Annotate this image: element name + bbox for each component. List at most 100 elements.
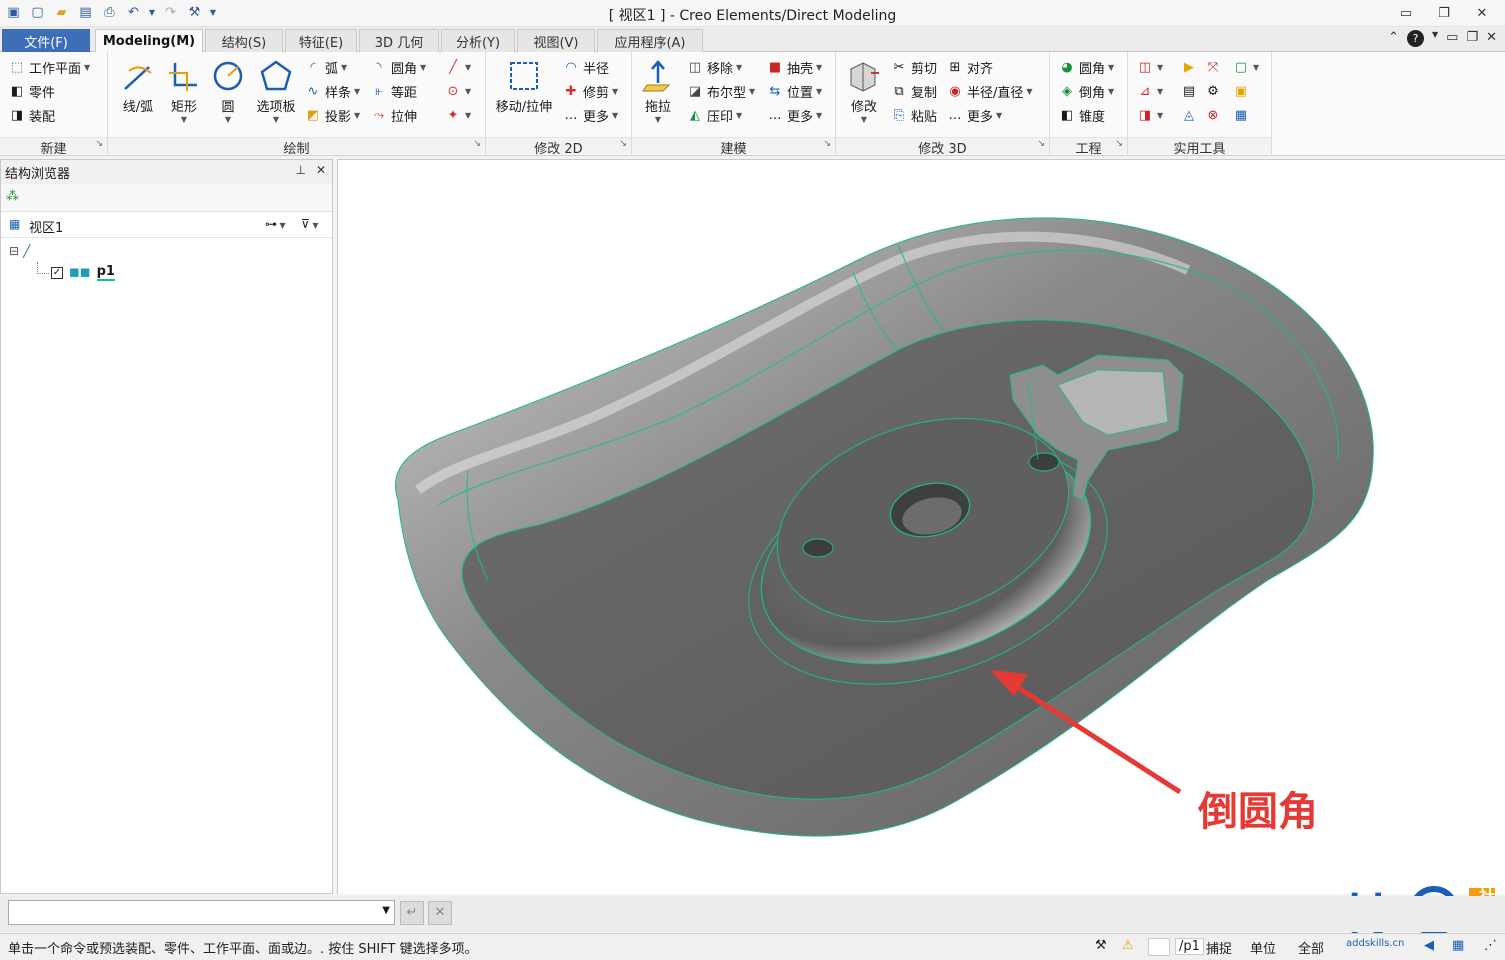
round-button[interactable]: ◕ 圆角 ▼: [1058, 58, 1114, 77]
table-icon: ▦: [1234, 107, 1248, 123]
browser-close-icon[interactable]: ✕: [316, 163, 326, 177]
part-button[interactable]: ◧ 零件: [8, 82, 55, 101]
tab-modeling[interactable]: Modeling(M): [95, 29, 203, 53]
radius-diameter-button[interactable]: ◉ 半径/直径 ▼: [946, 82, 1032, 101]
construction-button[interactable]: ✦ ▼: [444, 106, 472, 124]
status-units[interactable]: 单位: [1250, 938, 1276, 957]
prev-icon[interactable]: ◀: [1424, 938, 1434, 953]
rectangle-button[interactable]: 矩形 ▼: [164, 58, 204, 124]
util-7-button[interactable]: ⤧: [1204, 58, 1222, 76]
util-12-button[interactable]: ▦: [1232, 106, 1250, 124]
arc-button[interactable]: ◜ 弧 ▼: [304, 58, 347, 77]
offset-button[interactable]: ⫦ 等距: [370, 82, 417, 101]
remove-button[interactable]: ◫ 移除 ▼: [686, 58, 742, 77]
position-button[interactable]: ⇆ 位置 ▼: [766, 82, 823, 101]
util-11-button[interactable]: ▣: [1232, 82, 1250, 100]
stretch-button[interactable]: ⤳ 拉伸: [370, 106, 417, 125]
util-10-button[interactable]: ▢ ▼: [1232, 58, 1259, 76]
pin-icon[interactable]: ⊥: [295, 163, 305, 177]
modify-3d-button[interactable]: 修改 ▼: [842, 58, 886, 124]
boolean-button[interactable]: ◪ 布尔型 ▼: [686, 82, 755, 101]
chamfer-button[interactable]: ◈ 倒角 ▼: [1058, 82, 1114, 101]
point-button[interactable]: ⊙ ▼: [444, 82, 472, 100]
launcher-icon[interactable]: ↘: [95, 139, 103, 149]
project-button[interactable]: ◩ 投影 ▼: [304, 106, 360, 125]
doc-minimize-icon[interactable]: ▭: [1446, 30, 1458, 47]
tree-item-p1[interactable]: ✓ ◼◼ p1: [51, 264, 115, 281]
util-8-button[interactable]: ⚙: [1204, 82, 1222, 100]
tree-root[interactable]: ⊟ ╱: [9, 244, 30, 258]
tab-structure[interactable]: 结构(S): [205, 29, 283, 52]
tab-file[interactable]: 文件(F): [2, 29, 90, 52]
circle-button[interactable]: 圆 ▼: [208, 58, 248, 124]
small-hole-right[interactable]: [1028, 452, 1060, 472]
warning-icon[interactable]: ⚠: [1122, 938, 1134, 953]
sketch-fillet-button[interactable]: ◝ 圆角 ▼: [370, 58, 426, 77]
launcher-icon[interactable]: ↘: [473, 139, 481, 149]
move-stretch-button[interactable]: 移动/拉伸: [492, 58, 556, 115]
more-3d-button[interactable]: … 更多 ▼: [946, 106, 1003, 125]
help-icon[interactable]: ?: [1406, 30, 1424, 47]
util-6-button[interactable]: ◬: [1180, 106, 1198, 124]
util-9-button[interactable]: ⊗: [1204, 106, 1222, 124]
command-dropdown-icon[interactable]: ▼: [382, 905, 390, 916]
restore-icon[interactable]: ❐: [1427, 2, 1461, 24]
workplane-button[interactable]: ⬚ 工作平面 ▼: [8, 58, 90, 77]
more-model-button[interactable]: … 更多 ▼: [766, 106, 823, 125]
tab-3d-geometry[interactable]: 3D 几何: [359, 29, 439, 52]
cancel-icon[interactable]: ✕: [428, 901, 452, 925]
model-canvas[interactable]: 倒圆角: [338, 160, 1505, 895]
status-snap[interactable]: 捕捉: [1206, 938, 1232, 957]
lock-icon[interactable]: ⚒: [1095, 938, 1107, 953]
assembly-button[interactable]: ◨ 装配: [8, 106, 55, 125]
launcher-icon[interactable]: ↘: [823, 139, 831, 149]
enter-icon[interactable]: ↵: [400, 901, 424, 925]
tab-features[interactable]: 特征(E): [285, 29, 357, 52]
close-icon[interactable]: ✕: [1465, 2, 1499, 24]
tab-applications[interactable]: 应用程序(A): [597, 29, 703, 52]
util-2-button[interactable]: ⊿ ▼: [1136, 82, 1164, 100]
browser-view-name[interactable]: 视区1: [29, 217, 63, 236]
launcher-icon[interactable]: ↘: [1115, 139, 1123, 149]
radius-2d-button[interactable]: ◠ 半径: [562, 58, 609, 77]
grid-icon[interactable]: ▦: [1452, 938, 1464, 953]
command-input[interactable]: ▼: [8, 900, 395, 925]
tab-view[interactable]: 视图(V): [517, 29, 595, 52]
doc-close-icon[interactable]: ✕: [1486, 30, 1497, 47]
line-arc-button[interactable]: 线/弧: [116, 58, 160, 115]
resize-grip-icon[interactable]: ⋰: [1484, 938, 1497, 953]
tab-analysis[interactable]: 分析(Y): [441, 29, 515, 52]
util-3-button[interactable]: ◨ ▼: [1136, 106, 1163, 124]
minimize-icon[interactable]: ▭: [1389, 2, 1423, 24]
3d-viewport[interactable]: 倒圆角 技 + 社区: [337, 159, 1505, 952]
util-5-button[interactable]: ▤: [1180, 82, 1198, 100]
launcher-icon[interactable]: ↘: [1037, 139, 1045, 149]
line-style-button[interactable]: ╱ ▼: [444, 58, 471, 76]
spline-button[interactable]: ∿ 样条 ▼: [304, 82, 361, 101]
trim-button[interactable]: ✚ 修剪 ▼: [562, 82, 619, 101]
cut-button[interactable]: ✂ 剪切: [890, 58, 937, 77]
visibility-checkbox[interactable]: ✓: [51, 266, 63, 279]
status-path[interactable]: /p1: [1175, 938, 1204, 955]
util-1-button[interactable]: ◫ ▼: [1136, 58, 1163, 76]
palette-button[interactable]: 选项板 ▼: [252, 58, 300, 124]
more-2d-button[interactable]: … 更多 ▼: [562, 106, 619, 125]
imprint-button[interactable]: ◭ 压印 ▼: [686, 106, 742, 125]
small-hole-left[interactable]: [802, 538, 834, 558]
launcher-icon[interactable]: ↘: [619, 139, 627, 149]
filter-icon[interactable]: ⊽ ▼: [301, 217, 319, 231]
pull-button[interactable]: 拖拉 ▼: [638, 58, 678, 124]
help-dropdown-icon[interactable]: ▼: [1432, 30, 1438, 47]
paste-button[interactable]: ⎘ 粘贴: [890, 106, 937, 125]
tree-view-icon[interactable]: ⁂: [6, 189, 24, 207]
doc-restore-icon[interactable]: ❐: [1466, 30, 1478, 47]
binoculars-icon[interactable]: ⊶ ▼: [265, 217, 286, 231]
shell-button[interactable]: ■ 抽壳 ▼: [766, 58, 822, 77]
line-arc-icon: [120, 58, 156, 94]
util-4-button[interactable]: ▶: [1180, 58, 1198, 76]
status-all[interactable]: 全部: [1298, 938, 1324, 957]
copy-button[interactable]: ⧉ 复制: [890, 82, 937, 101]
ribbon-collapse-icon[interactable]: ⌃: [1388, 30, 1399, 47]
align-button[interactable]: ⊞ 对齐: [946, 58, 993, 77]
taper-button[interactable]: ◧ 锥度: [1058, 106, 1105, 125]
